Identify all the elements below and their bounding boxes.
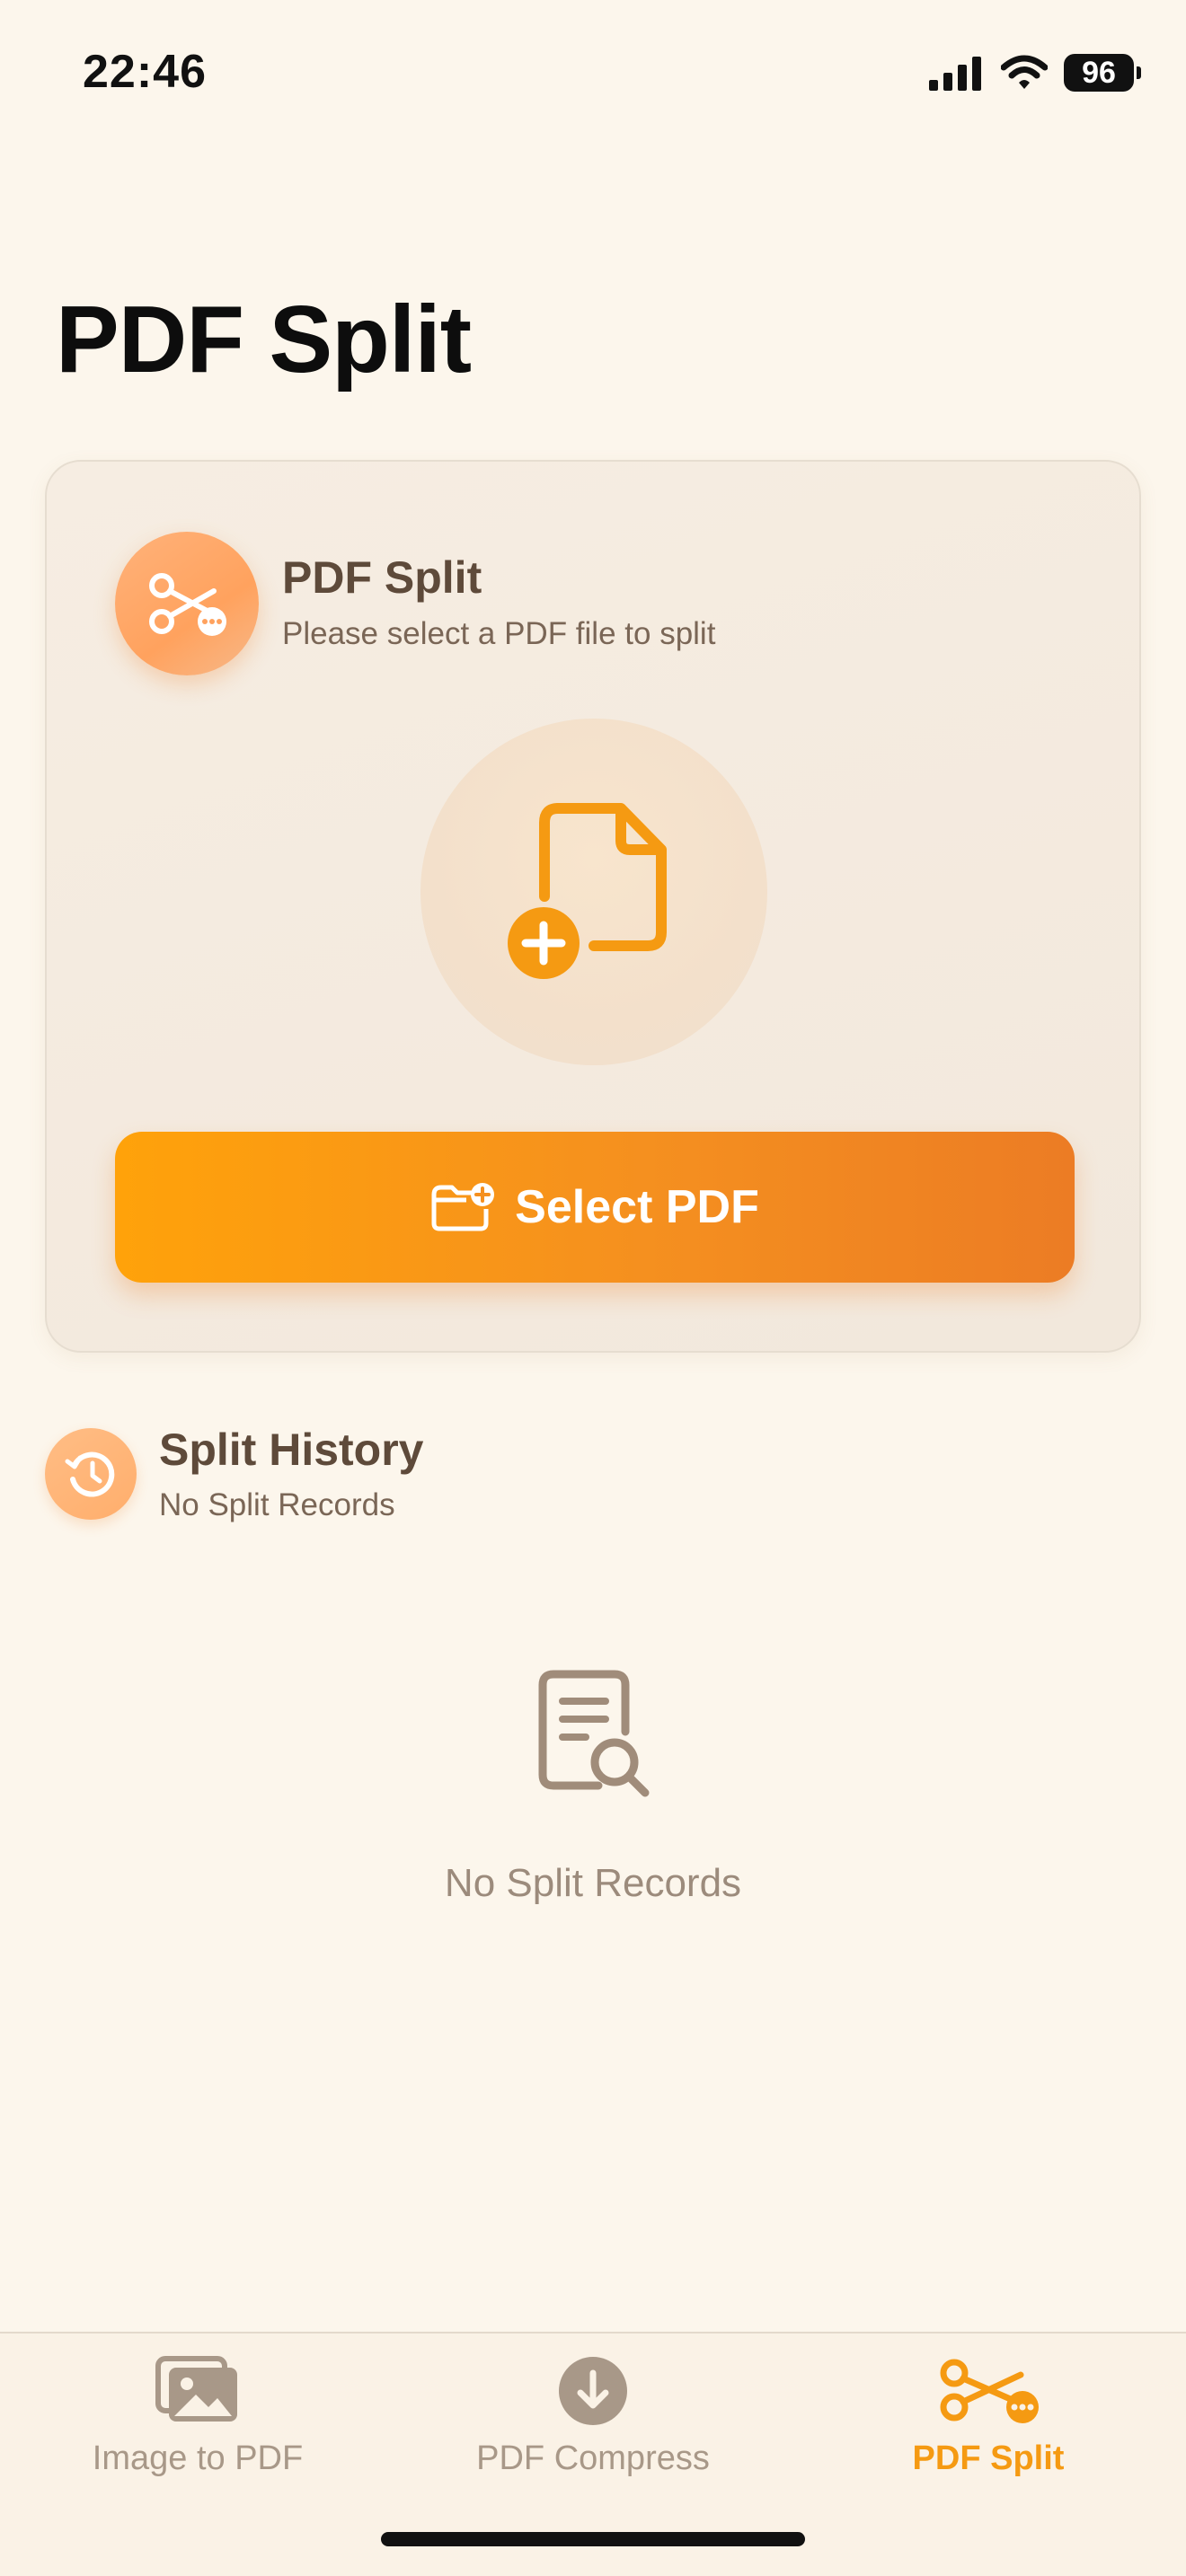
history-icon-badge xyxy=(45,1428,137,1520)
scissors-icon xyxy=(940,2359,1039,2423)
tab-pdf-split[interactable]: PDF Split xyxy=(791,2333,1186,2504)
pdf-drop-zone[interactable] xyxy=(420,719,767,1065)
card-title: PDF Split xyxy=(282,552,482,603)
battery-indicator: 96 xyxy=(1064,54,1141,92)
folder-add-icon xyxy=(431,1183,495,1231)
status-time: 22:46 xyxy=(83,46,207,98)
download-circle-icon xyxy=(559,2357,627,2425)
history-icon xyxy=(65,1451,115,1497)
history-subtitle: No Split Records xyxy=(159,1487,395,1522)
tab-image-to-pdf[interactable]: Image to PDF xyxy=(0,2333,395,2504)
home-indicator xyxy=(381,2532,805,2546)
tab-pdf-compress[interactable]: PDF Compress xyxy=(395,2333,791,2504)
history-title: Split History xyxy=(159,1425,424,1475)
document-search-icon xyxy=(538,1670,650,1797)
battery-level: 96 xyxy=(1082,55,1116,90)
tab-label: PDF Compress xyxy=(476,2439,710,2477)
select-pdf-button[interactable]: Select PDF xyxy=(115,1132,1075,1283)
wifi-icon xyxy=(1001,55,1048,89)
page-title: PDF Split xyxy=(56,287,472,393)
file-add-icon xyxy=(508,803,667,979)
card-subtitle: Please select a PDF file to split xyxy=(282,616,716,651)
split-card: PDF Split Please select a PDF file to sp… xyxy=(45,460,1141,1353)
images-icon xyxy=(155,2356,237,2422)
select-pdf-label: Select PDF xyxy=(515,1181,759,1233)
status-bar: 22:46 96 xyxy=(0,0,1186,144)
scissors-icon xyxy=(149,573,226,636)
tab-label: PDF Split xyxy=(912,2439,1065,2477)
status-icons: 96 xyxy=(929,50,1141,95)
signal-icon xyxy=(929,57,981,91)
empty-state-text: No Split Records xyxy=(444,1861,742,1905)
card-icon-badge xyxy=(115,532,259,675)
tab-label: Image to PDF xyxy=(92,2439,304,2477)
